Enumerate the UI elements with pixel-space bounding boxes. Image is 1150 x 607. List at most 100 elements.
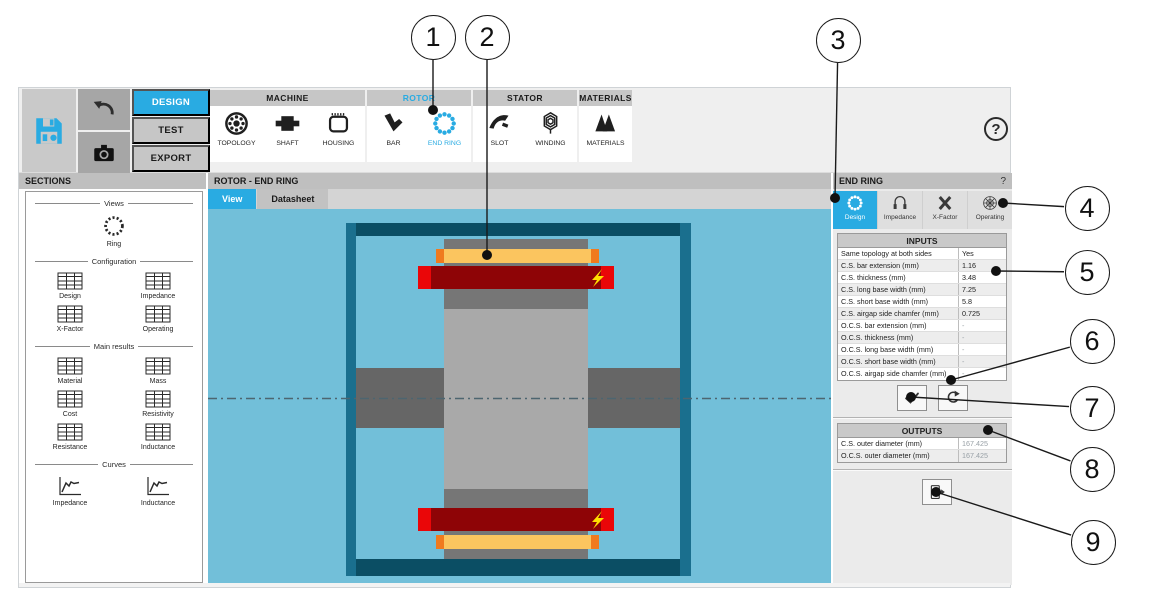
row-value[interactable]: 5.8 bbox=[958, 296, 1006, 307]
row-value[interactable]: 1.16 bbox=[958, 260, 1006, 271]
retaining-ring-top-cap-left bbox=[418, 266, 431, 289]
table-icon bbox=[145, 390, 171, 408]
row-label: O.C.S. thickness (mm) bbox=[838, 332, 958, 343]
screenshot-button[interactable] bbox=[78, 132, 130, 173]
table-icon bbox=[57, 357, 83, 375]
end-ring-top-cap-left bbox=[436, 249, 444, 263]
row-value[interactable]: 3.48 bbox=[958, 272, 1006, 283]
ribbon-group-label: MATERIALS bbox=[579, 90, 632, 106]
sidebar-item-configuration-design[interactable]: Design bbox=[26, 269, 114, 302]
retaining-ring-bottom-cap-right bbox=[601, 508, 614, 531]
sidebar-item-label: Cost bbox=[63, 411, 77, 418]
ribbon-item-topology[interactable]: TOPOLOGY bbox=[211, 106, 262, 162]
ribbon-item-label: BAR bbox=[387, 140, 401, 147]
row-value[interactable]: - bbox=[958, 356, 1006, 367]
ribbon-item-winding[interactable]: WINDING bbox=[525, 106, 576, 162]
sidebar-item-configuration-operating[interactable]: Operating bbox=[114, 302, 202, 335]
tab-datasheet[interactable]: Datasheet bbox=[257, 189, 328, 209]
sidebar-item-main-results-resistance[interactable]: Resistance bbox=[26, 420, 114, 453]
winding-icon bbox=[537, 110, 564, 137]
panel-tab-operating[interactable]: Operating bbox=[968, 191, 1012, 229]
ribbon-item-housing[interactable]: HOUSING bbox=[313, 106, 364, 162]
slot-icon bbox=[486, 110, 513, 137]
table-row: O.C.S. long base width (mm)- bbox=[838, 344, 1006, 356]
mode-button-test[interactable]: TEST bbox=[132, 117, 210, 144]
sidebar-item-views-ring[interactable]: Ring bbox=[26, 211, 202, 250]
shaft-icon bbox=[274, 110, 301, 137]
save-button[interactable] bbox=[22, 89, 76, 172]
ribbon-item-label: SHAFT bbox=[276, 140, 298, 147]
table-row: Same topology at both sidesYes bbox=[838, 248, 1006, 260]
row-label: C.S. long base width (mm) bbox=[838, 284, 958, 295]
callout-1: 1 bbox=[411, 15, 456, 60]
callout-9: 9 bbox=[1071, 520, 1116, 565]
mode-button-export[interactable]: EXPORT bbox=[132, 145, 210, 172]
row-value[interactable]: 7.25 bbox=[958, 284, 1006, 295]
end-ring-panel: DesignImpedanceX-FactorOperating INPUTS … bbox=[833, 189, 1012, 585]
row-label: C.S. airgap side chamfer (mm) bbox=[838, 308, 958, 319]
undo-button[interactable] bbox=[78, 89, 130, 130]
table-row: C.S. outer diameter (mm)167.425 bbox=[838, 438, 1006, 450]
callout-2: 2 bbox=[465, 15, 510, 60]
sidebar-item-label: Mass bbox=[150, 378, 167, 385]
row-label: O.C.S. long base width (mm) bbox=[838, 344, 958, 355]
table-icon bbox=[145, 305, 171, 323]
mode-button-design[interactable]: DESIGN bbox=[132, 89, 210, 116]
row-value[interactable]: - bbox=[958, 332, 1006, 343]
help-button[interactable]: ? bbox=[984, 117, 1008, 141]
export-results-button[interactable] bbox=[922, 479, 952, 505]
tab-view[interactable]: View bbox=[208, 189, 256, 209]
row-value[interactable]: Yes bbox=[958, 248, 1006, 259]
topology-icon bbox=[223, 110, 250, 137]
endring-icon bbox=[846, 194, 864, 212]
endring-icon bbox=[431, 110, 458, 137]
row-label: O.C.S. short base width (mm) bbox=[838, 356, 958, 367]
section-group-label: Configuration bbox=[92, 257, 137, 266]
panel-tab-x-factor[interactable]: X-Factor bbox=[923, 191, 967, 229]
table-row: C.S. short base width (mm)5.8 bbox=[838, 296, 1006, 308]
ribbon-group-label: ROTOR bbox=[367, 90, 471, 106]
sidebar-item-main-results-mass[interactable]: Mass bbox=[114, 354, 202, 387]
panel-tab-impedance[interactable]: Impedance bbox=[878, 191, 922, 229]
apply-button[interactable] bbox=[897, 385, 927, 411]
panel-tab-label: Design bbox=[845, 214, 865, 221]
row-label: C.S. short base width (mm) bbox=[838, 296, 958, 307]
sidebar-item-curves-impedance[interactable]: Impedance bbox=[26, 472, 114, 509]
callout-6: 6 bbox=[1070, 319, 1115, 364]
check-icon bbox=[903, 389, 921, 407]
panel-tab-design[interactable]: Design bbox=[833, 191, 877, 229]
row-value[interactable]: - bbox=[958, 368, 1006, 380]
sidebar-item-label: Impedance bbox=[53, 500, 88, 507]
window-footer bbox=[19, 583, 1010, 587]
reset-icon bbox=[944, 389, 962, 407]
row-value[interactable]: 0.725 bbox=[958, 308, 1006, 319]
reset-button[interactable] bbox=[938, 385, 968, 411]
ribbon-item-slot[interactable]: SLOT bbox=[474, 106, 525, 162]
sidebar-item-main-results-cost[interactable]: Cost bbox=[26, 387, 114, 420]
table-row: O.C.S. short base width (mm)- bbox=[838, 356, 1006, 368]
ribbon-item-materials[interactable]: MATERIALS bbox=[580, 106, 631, 162]
section-group-label: Views bbox=[104, 199, 124, 208]
sidebar-item-curves-inductance[interactable]: Inductance bbox=[114, 472, 202, 509]
ribbon-group-rotor: ROTOR BAR END RING bbox=[367, 90, 471, 162]
caliper-icon bbox=[891, 194, 909, 212]
ribbon-item-end-ring[interactable]: END RING bbox=[419, 106, 470, 162]
sidebar-item-main-results-material[interactable]: Material bbox=[26, 354, 114, 387]
row-value: 167.425 bbox=[958, 438, 1006, 449]
sections-panel-header: SECTIONS bbox=[19, 173, 206, 189]
row-value[interactable]: - bbox=[958, 320, 1006, 331]
sidebar-item-main-results-resistivity[interactable]: Resistivity bbox=[114, 387, 202, 420]
ribbon-item-bar[interactable]: BAR bbox=[368, 106, 419, 162]
sidebar-item-label: X-Factor bbox=[57, 326, 84, 333]
page: DESIGNTESTEXPORT MACHINETOPOLOGYSHAFTHOU… bbox=[0, 0, 1150, 607]
panel-help-button[interactable]: ? bbox=[1000, 176, 1006, 187]
xfactor-icon bbox=[936, 194, 954, 212]
sidebar-item-configuration-impedance[interactable]: Impedance bbox=[114, 269, 202, 302]
sidebar-item-configuration-x-factor[interactable]: X-Factor bbox=[26, 302, 114, 335]
ribbon-item-shaft[interactable]: SHAFT bbox=[262, 106, 313, 162]
sidebar-item-main-results-inductance[interactable]: Inductance bbox=[114, 420, 202, 453]
row-label: Same topology at both sides bbox=[838, 248, 958, 259]
row-value[interactable]: - bbox=[958, 344, 1006, 355]
table-icon bbox=[57, 423, 83, 441]
panel-tab-label: Impedance bbox=[884, 214, 916, 221]
